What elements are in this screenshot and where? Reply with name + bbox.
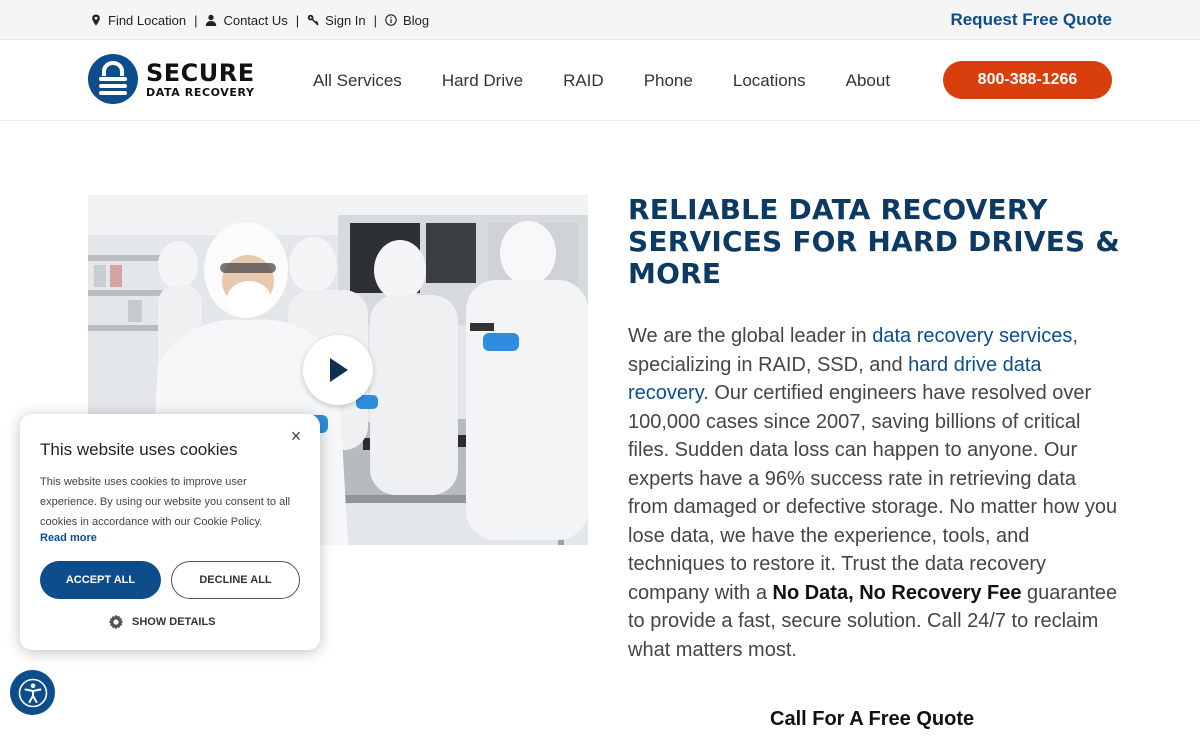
- request-free-quote-link[interactable]: Request Free Quote: [950, 0, 1112, 40]
- map-pin-icon: [92, 14, 100, 26]
- hero-text: We are the global leader in: [628, 325, 873, 347]
- main-header: SECURE DATA RECOVERY All Services Hard D…: [0, 40, 1200, 121]
- hero-title: RELIABLE DATA RECOVERY SERVICES FOR HARD…: [628, 193, 1120, 290]
- phone-number-button[interactable]: 800-388-1266: [943, 61, 1112, 99]
- logo-wordmark: SECURE DATA RECOVERY: [146, 61, 255, 98]
- nav-all-services[interactable]: All Services: [313, 71, 402, 91]
- hero-description: We are the global leader in data recover…: [628, 322, 1118, 664]
- guarantee-text: No Data, No Recovery Fee: [772, 581, 1022, 604]
- find-location-label: Find Location: [108, 12, 187, 28]
- info-icon: [385, 14, 397, 26]
- hero-text: . Our certified engineers have resolved …: [628, 382, 1118, 604]
- top-utility-bar: Find Location | Contact Us | Sign In | B…: [0, 0, 1200, 40]
- separator: |: [295, 12, 300, 28]
- sign-in-link[interactable]: Sign In: [307, 12, 366, 28]
- logo[interactable]: SECURE DATA RECOVERY: [88, 54, 255, 104]
- play-icon: [330, 358, 348, 382]
- nav-hard-drive[interactable]: Hard Drive: [442, 71, 523, 91]
- contact-us-label: Contact Us: [223, 12, 288, 28]
- logo-text-bottom: DATA RECOVERY: [146, 85, 255, 99]
- lock-logo-icon: [88, 54, 138, 104]
- video-play-button[interactable]: [303, 335, 373, 405]
- cookie-banner: This website uses cookies × This website…: [20, 414, 320, 650]
- blog-label: Blog: [403, 12, 430, 28]
- nav-about[interactable]: About: [846, 71, 890, 91]
- accessibility-button[interactable]: [10, 670, 55, 715]
- contact-us-link[interactable]: Contact Us: [205, 12, 288, 28]
- nav-locations[interactable]: Locations: [733, 71, 806, 91]
- show-details-label: SHOW DETAILS: [132, 616, 216, 628]
- main-nav: All Services Hard Drive RAID Phone Locat…: [313, 40, 890, 121]
- cookie-text: This website uses cookies to improve use…: [40, 476, 291, 528]
- accessibility-icon: [18, 678, 47, 707]
- data-recovery-services-link[interactable]: data recovery services: [872, 325, 1072, 347]
- sign-in-label: Sign In: [325, 12, 366, 28]
- user-icon: [206, 14, 217, 26]
- decline-all-button[interactable]: DECLINE ALL: [171, 561, 300, 599]
- nav-phone[interactable]: Phone: [644, 71, 693, 91]
- nav-raid[interactable]: RAID: [563, 71, 604, 91]
- separator: |: [194, 12, 198, 28]
- free-quote-heading: Call For A Free Quote: [770, 708, 975, 730]
- gear-icon: [108, 614, 124, 630]
- accept-all-button[interactable]: ACCEPT ALL: [40, 561, 161, 599]
- read-more-link[interactable]: Read more: [40, 532, 97, 544]
- key-icon: [307, 14, 319, 26]
- utility-links: Find Location | Contact Us | Sign In | B…: [90, 0, 429, 40]
- separator: |: [373, 12, 378, 28]
- show-details-button[interactable]: SHOW DETAILS: [108, 614, 216, 630]
- cookie-title: This website uses cookies: [40, 440, 238, 459]
- find-location-link[interactable]: Find Location: [90, 13, 186, 28]
- close-icon[interactable]: ×: [286, 426, 306, 446]
- logo-text-top: SECURE: [146, 58, 255, 87]
- blog-link[interactable]: Blog: [385, 13, 429, 28]
